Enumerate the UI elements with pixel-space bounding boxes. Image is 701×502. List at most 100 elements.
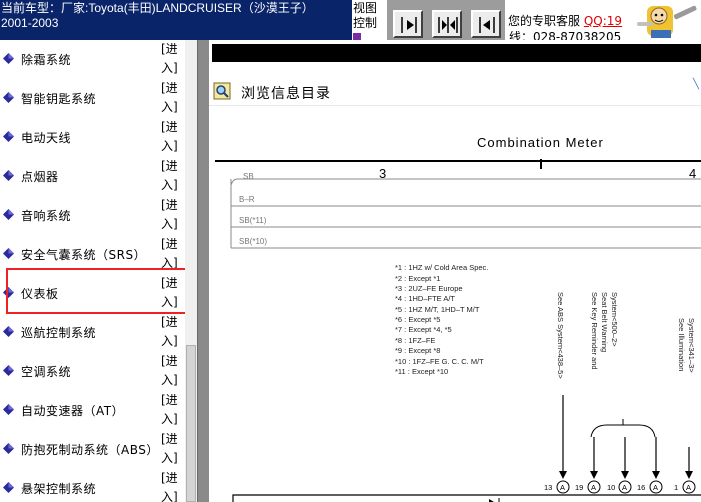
- view-control-line-1: 视图: [353, 1, 378, 15]
- diagram-notes: *1 : 1HZ w/ Cold Area Spec. *2 : Except …: [395, 263, 488, 376]
- qq-contact-link[interactable]: QQ:19: [584, 14, 622, 28]
- enter-link[interactable]: [进 入]: [161, 391, 183, 429]
- diamond-bullet-icon: [3, 131, 14, 142]
- sidebar-item-suspension-control[interactable]: 悬架控制系统 [进 入]: [0, 469, 185, 502]
- enter-link-line-2: 入]: [161, 100, 178, 114]
- sidebar-item-automatic-transmission[interactable]: 自动变速器（AT） [进 入]: [0, 391, 185, 430]
- enter-link-line-2: 入]: [161, 139, 178, 153]
- enter-link-line-1: [进: [161, 393, 178, 407]
- enter-link[interactable]: [进入]: [161, 157, 183, 195]
- sidebar-item-air-conditioning[interactable]: 空调系统 [进 入]: [0, 352, 185, 391]
- diamond-bullet-icon: [3, 404, 14, 415]
- previous-page-button[interactable]: [471, 10, 501, 38]
- sidebar-item-defroster[interactable]: 除霜系统 [进入]: [0, 40, 185, 79]
- diamond-bullet-icon: [3, 443, 14, 454]
- content-header-bar: [212, 44, 701, 62]
- note: *8 : 1FZ–FE: [395, 336, 435, 345]
- sidebar-scrollbar[interactable]: [185, 40, 197, 502]
- magnifier-document-icon: [213, 82, 231, 100]
- reference-text: See Key Reminder and: [590, 292, 599, 370]
- reference-text: See ABS System<438–5>: [556, 292, 565, 379]
- enter-link[interactable]: [进入]: [161, 40, 183, 78]
- enter-link-line-1: [进: [161, 159, 178, 173]
- enter-link-line-1: [进: [161, 42, 178, 56]
- enter-link-line-2: 入]: [161, 178, 178, 192]
- sidebar-system-list: 除霜系统 [进 入] 智能钥匙系统 [进 入] 电动天线 [进 入] 点烟器 [进 入]…: [0, 40, 197, 502]
- bus-line-label: SB: [243, 172, 254, 181]
- current-vehicle-info: 当前车型：厂家:Toyota(丰田)LANDCRUISER（沙漠王子） 2001…: [0, 0, 352, 40]
- reference-text: Seat Belt Warning: [600, 292, 609, 352]
- enter-link[interactable]: [进入]: [161, 313, 183, 351]
- next-page-button[interactable]: [393, 10, 423, 38]
- pin-connector: A: [591, 483, 596, 492]
- note: *1 : 1HZ w/ Cold Area Spec.: [395, 263, 488, 272]
- enter-link-line-1: [进: [161, 315, 178, 329]
- enter-link[interactable]: [进 入]: [161, 469, 183, 502]
- enter-link[interactable]: [进入]: [161, 79, 183, 117]
- sidebar-scrollbar-thumb[interactable]: [186, 345, 196, 502]
- sidebar-item-label: 巡航控制系统: [21, 326, 97, 340]
- diamond-bullet-icon: [3, 53, 14, 64]
- enter-link-line-2: 入]: [161, 373, 178, 387]
- diamond-bullet-icon: [3, 482, 14, 493]
- sidebar-item-cruise-control[interactable]: 巡航控制系统 [进入]: [0, 313, 185, 352]
- pin-number: 16: [637, 483, 645, 492]
- collapse-chevron-icon[interactable]: ╲: [693, 79, 699, 90]
- note: *10 : 1FZ–FE G. C. C. M/T: [395, 357, 484, 366]
- note: *9 : Except *8: [395, 346, 440, 355]
- combination-meter-diagram: Combination Meter 3 4 SB B–R SB(*11) SB(…: [215, 135, 701, 502]
- sidebar-item-label: 悬架控制系统: [21, 482, 97, 496]
- vehicle-line-2: 2001-2003: [1, 16, 59, 30]
- sidebar-item-label: 除霜系统: [21, 53, 72, 67]
- sidebar-item-abs[interactable]: 防抱死制动系统（ABS） [进 入]: [0, 430, 185, 469]
- sidebar-item-label: 自动变速器（AT）: [21, 404, 125, 418]
- pin-connector: A: [686, 483, 691, 492]
- note: *2 : Except *1: [395, 274, 440, 283]
- customer-service-info: 您的专职客服 QQ:19 线：028-87038205: [505, 0, 633, 40]
- diamond-bullet-icon: [3, 170, 14, 181]
- sidebar-item-label: 电动天线: [21, 131, 72, 145]
- view-control-line-2: 控制: [353, 16, 378, 30]
- sidebar-item-cigarette-lighter[interactable]: 点烟器 [进入]: [0, 157, 185, 196]
- bus-line-label: SB(*11): [239, 216, 267, 225]
- enter-link-line-2: 入]: [161, 334, 178, 348]
- enter-link[interactable]: [进 入]: [161, 430, 183, 468]
- enter-link-line-2: 入]: [161, 61, 178, 75]
- connector-pins: 13 A 19 A 10 A 16 A 1 A: [544, 480, 696, 494]
- enter-link-line-1: [进: [161, 81, 178, 95]
- browse-catalog-title: 浏览信息目录: [241, 86, 331, 102]
- enter-link[interactable]: [进入]: [161, 118, 183, 156]
- sidebar-item-label: 点烟器: [21, 170, 59, 184]
- sidebar-item-power-antenna[interactable]: 电动天线 [进入]: [0, 118, 185, 157]
- pane-splitter[interactable]: [197, 40, 209, 502]
- pin-number: 19: [575, 483, 583, 492]
- fit-page-button[interactable]: [432, 10, 462, 38]
- sidebar-item-label: 安全气囊系统（SRS）: [21, 248, 147, 262]
- enter-link-line-2: 入]: [161, 217, 178, 231]
- note: *11 : Except *10: [395, 367, 448, 376]
- diamond-bullet-icon: [3, 365, 14, 376]
- sidebar-item-audio[interactable]: 音响系统 [进 入]: [0, 196, 185, 235]
- bus-line-label: SB(*10): [239, 237, 267, 246]
- pin-connector: A: [653, 483, 658, 492]
- enter-link-line-1: [进: [161, 120, 178, 134]
- mascot-logo: [633, 0, 701, 40]
- sidebar-item-label: 空调系统: [21, 365, 72, 379]
- pin-number: 13: [544, 483, 552, 492]
- note: *3 : 2UZ–FE Europe: [395, 284, 463, 293]
- mascot-mechanic-icon: [637, 5, 697, 38]
- enter-link[interactable]: [进 入]: [161, 352, 183, 390]
- diamond-bullet-icon: [3, 248, 14, 259]
- view-control-label[interactable]: 视图 控制: [353, 0, 387, 40]
- page-navigation-buttons: [387, 0, 505, 40]
- enter-link[interactable]: [进 入]: [161, 196, 183, 234]
- enter-link-line-2: 入]: [161, 451, 178, 465]
- note: *4 : 1HD–FTE A/T: [395, 294, 455, 303]
- browse-catalog-bar[interactable]: 浏览信息目录 ╲: [209, 66, 701, 106]
- pin-connector: A: [560, 483, 565, 492]
- view-control-marker-icon: [353, 33, 361, 40]
- sidebar-item-smart-key[interactable]: 智能钥匙系统 [进 入]: [0, 79, 185, 118]
- pin-connector: A: [622, 483, 627, 492]
- note: *5 : 1HZ M/T, 1HD–T M/T: [395, 305, 480, 314]
- reference-text: See Illumination: [677, 318, 686, 371]
